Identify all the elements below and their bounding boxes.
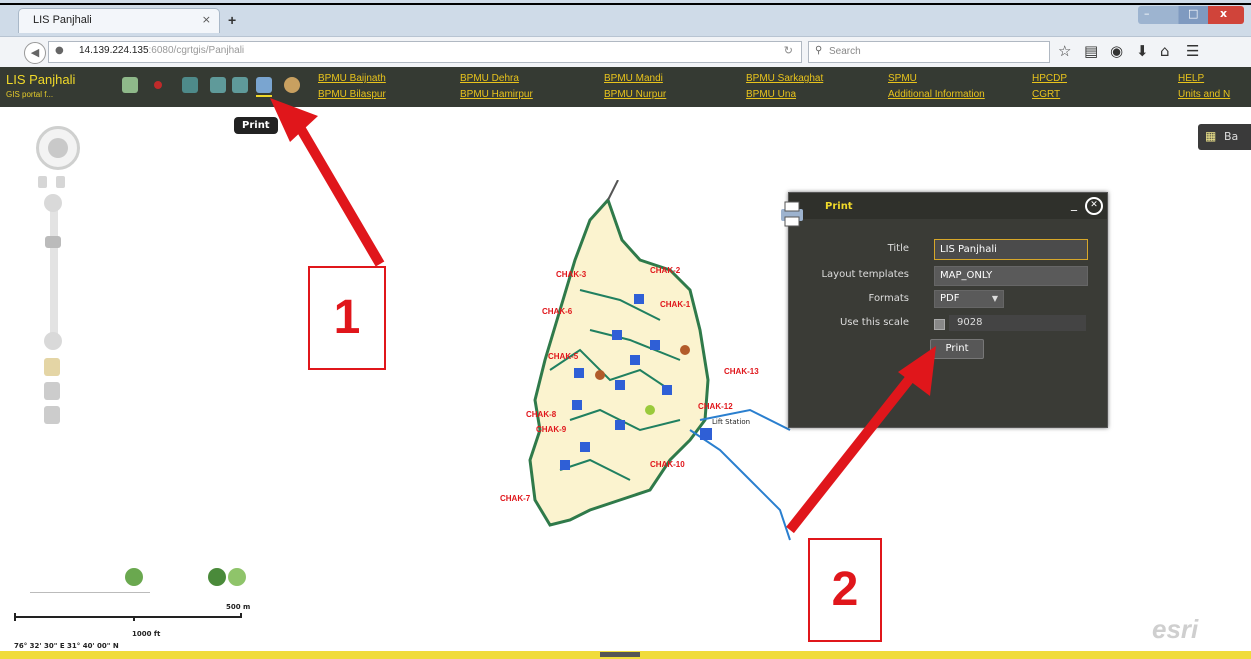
arrow-2 <box>786 346 936 534</box>
partner-logo-icon <box>125 568 143 586</box>
step-2-label: 2 <box>808 538 882 642</box>
scale-label-meters: 500 m <box>226 603 251 611</box>
step-1-label: 1 <box>308 266 386 370</box>
panel-toggle-handle[interactable] <box>600 652 640 657</box>
scale-bar <box>14 613 242 621</box>
annotation-arrows <box>270 98 936 534</box>
esri-logo: esri <box>1152 614 1199 644</box>
scale-label-feet: 1000 ft <box>132 630 161 638</box>
coordinates-readout: 76° 32' 30" E 31° 40' 00" N <box>14 642 119 650</box>
developer-logo-icon <box>208 568 226 586</box>
arrow-1 <box>270 98 385 267</box>
developer-logo-icon-2 <box>228 568 246 586</box>
